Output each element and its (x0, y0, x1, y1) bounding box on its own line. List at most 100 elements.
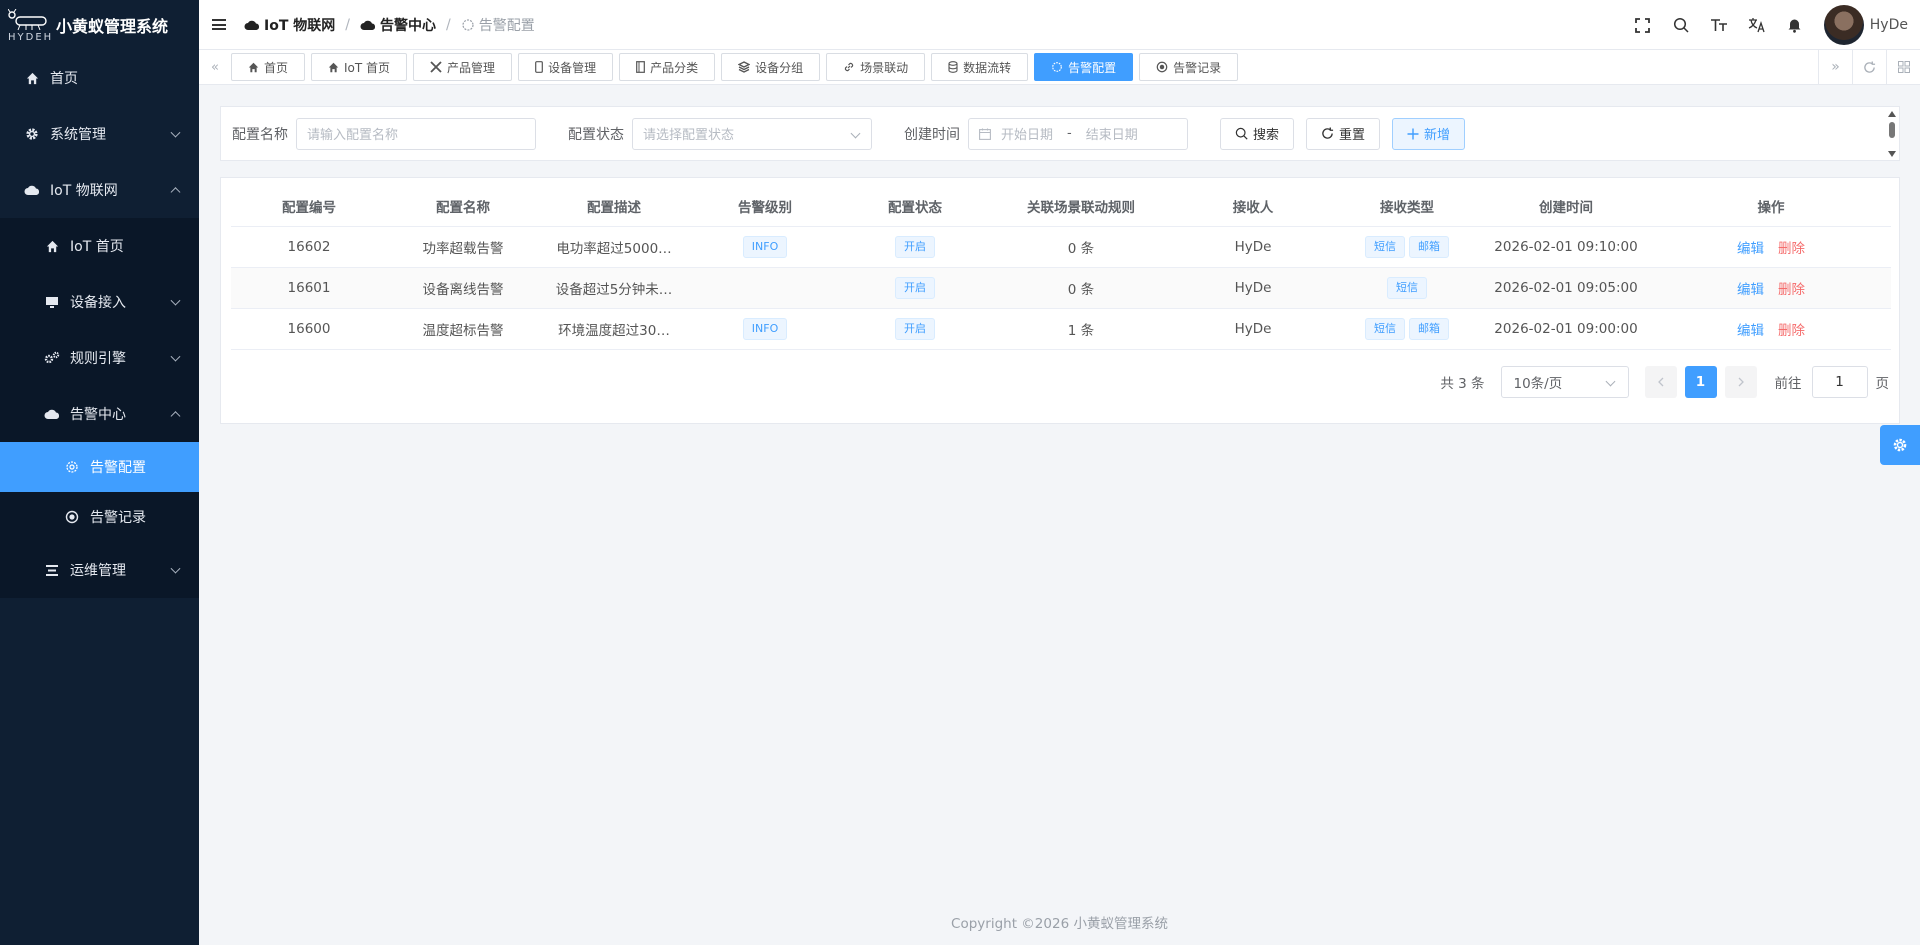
tag-label: 设备分组 (755, 60, 804, 75)
column-header[interactable]: 配置描述 (539, 186, 689, 227)
sidebar-item-label: IoT 物联网 (50, 183, 118, 199)
page-number-button[interactable]: 1 (1684, 366, 1717, 398)
column-header[interactable]: 配置编号 (231, 186, 387, 227)
search-icon[interactable] (1662, 0, 1700, 50)
bell-icon[interactable] (1776, 0, 1814, 50)
avatar[interactable] (1823, 5, 1864, 45)
tag-alarm-records[interactable]: 告警记录 (1139, 53, 1239, 81)
table-row[interactable]: 16602 功率超载告警 电功率超过5000… INFO 开启 0 条 HyDe… (231, 226, 1891, 268)
sidebar-item-alarm-records[interactable]: 告警记录 (0, 492, 199, 542)
sidebar-item-alarm-center[interactable]: 告警中心 (0, 386, 199, 442)
tag-product-management[interactable]: 产品管理 (413, 53, 513, 81)
date-range-picker[interactable]: 开始日期 - 结束日期 (968, 117, 1188, 150)
cell-types: 短信 邮箱 (1333, 226, 1481, 268)
column-header[interactable]: 创建时间 (1481, 186, 1651, 227)
breadcrumb-item[interactable]: IoT 物联网 (244, 15, 335, 35)
translate-icon[interactable] (1738, 0, 1776, 50)
sidebar-item-device-access[interactable]: 设备接入 (0, 274, 199, 330)
tags-view: « 首页 IoT 首页 产品管理 设备管理 产品分类 设备分组 场景联动 数据流… (199, 50, 1920, 85)
cloud-icon (44, 406, 60, 422)
sidebar-item-label: 首页 (50, 71, 78, 87)
cell-level: INFO (689, 308, 841, 350)
start-date-placeholder: 开始日期 (1001, 128, 1054, 143)
tags-scroll-left-icon[interactable]: « (199, 50, 231, 84)
tag-label: 产品管理 (447, 60, 496, 75)
search-scrollbar[interactable] (1887, 109, 1897, 159)
column-header[interactable]: 告警级别 (689, 186, 841, 227)
breadcrumb-separator: / (445, 16, 451, 33)
cell-actions: 编辑 删除 (1651, 308, 1891, 350)
book-icon (636, 61, 645, 73)
status-tag: 开启 (895, 276, 935, 299)
chevron-down-icon (850, 128, 861, 138)
search-form: 配置名称 请输入配置名称 配置状态 请选择配置状态 创建时间 开始日期 - 结束… (220, 106, 1900, 161)
next-page-button[interactable] (1724, 366, 1757, 398)
tag-data-flow[interactable]: 数据流转 (931, 53, 1029, 81)
user-name[interactable]: HyDe (1870, 17, 1908, 33)
breadcrumb-item[interactable]: 告警中心 (360, 15, 436, 35)
gear-icon (24, 126, 40, 142)
logo[interactable]: HYDEH 小黄蚁管理系统 (0, 0, 199, 50)
sidebar-item-home[interactable]: 首页 (0, 50, 199, 106)
table-row[interactable]: 16601 设备离线告警 设备超过5分钟未… 开启 0 条 HyDe 短信 20… (231, 267, 1891, 309)
sidebar-item-system[interactable]: 系统管理 (0, 106, 199, 162)
column-header[interactable]: 操作 (1651, 186, 1891, 227)
prev-page-button[interactable] (1644, 366, 1677, 398)
cell-receiver: HyDe (1173, 308, 1333, 350)
tag-alarm-config[interactable]: 告警配置 (1034, 53, 1134, 81)
delete-link[interactable]: 删除 (1778, 282, 1805, 298)
search-button[interactable]: 搜索 (1220, 117, 1295, 150)
column-header[interactable]: 接收类型 (1333, 186, 1481, 227)
tag-label: 产品分类 (650, 60, 699, 75)
edit-link[interactable]: 编辑 (1737, 282, 1764, 298)
delete-link[interactable]: 删除 (1778, 241, 1805, 257)
chevron-up-icon (170, 411, 181, 422)
settings-gear-button[interactable] (1880, 425, 1920, 465)
sidebar-item-rule-engine[interactable]: 规则引擎 (0, 330, 199, 386)
tag-home[interactable]: 首页 (231, 53, 306, 81)
type-tag: 邮箱 (1409, 235, 1449, 258)
tag-product-category[interactable]: 产品分类 (619, 53, 716, 81)
grid-icon[interactable] (1886, 50, 1920, 84)
sidebar-item-iot-home[interactable]: IoT 首页 (0, 218, 199, 274)
hamburger-icon[interactable] (212, 17, 226, 33)
page-size-select[interactable]: 10条/页 (1500, 366, 1629, 398)
column-header[interactable]: 接收人 (1173, 186, 1333, 227)
config-name-input[interactable]: 请输入配置名称 (296, 117, 536, 150)
goto-page-input[interactable]: 1 (1811, 366, 1868, 398)
cloud-icon (244, 19, 260, 31)
tag-scene-linkage[interactable]: 场景联动 (826, 53, 926, 81)
sidebar: HYDEH 小黄蚁管理系统 首页 系统管理 IoT 物联网 IoT 首页 设备接… (0, 0, 199, 945)
column-header[interactable]: 关联场景联动规则 (989, 186, 1173, 227)
tag-device-group[interactable]: 设备分组 (721, 53, 821, 81)
link-icon (843, 61, 855, 73)
config-status-select[interactable]: 请选择配置状态 (632, 117, 872, 150)
fullscreen-icon[interactable] (1624, 0, 1662, 50)
add-button[interactable]: 新增 (1392, 117, 1466, 150)
edit-link[interactable]: 编辑 (1737, 241, 1764, 257)
table-row[interactable]: 16600 温度超标告警 环境温度超过30… INFO 开启 1 条 HyDe … (231, 308, 1891, 350)
refresh-icon[interactable] (1852, 50, 1886, 84)
alarm-config-table: 配置编号 配置名称 配置描述 告警级别 配置状态 关联场景联动规则 接收人 接收… (231, 186, 1891, 350)
font-size-icon[interactable] (1700, 0, 1738, 50)
tag-iot-home[interactable]: IoT 首页 (311, 53, 408, 81)
tag-device-management[interactable]: 设备管理 (518, 53, 614, 81)
delete-link[interactable]: 删除 (1778, 323, 1805, 339)
home-icon (44, 238, 60, 254)
table-header-row: 配置编号 配置名称 配置描述 告警级别 配置状态 关联场景联动规则 接收人 接收… (231, 186, 1891, 227)
column-header[interactable]: 配置名称 (387, 186, 539, 227)
footer-copyright: Copyright ©2026 小黄蚁管理系统 (951, 916, 1168, 932)
edit-link[interactable]: 编辑 (1737, 323, 1764, 339)
reset-button[interactable]: 重置 (1306, 117, 1381, 150)
reset-button-label: 重置 (1339, 128, 1366, 143)
column-header[interactable]: 配置状态 (841, 186, 989, 227)
sidebar-item-iot[interactable]: IoT 物联网 (0, 162, 199, 218)
record-icon (64, 509, 80, 525)
goto-label: 前往 (1774, 376, 1802, 392)
sidebar-item-ops[interactable]: 运维管理 (0, 542, 199, 598)
sidebar-item-alarm-config[interactable]: 告警配置 (0, 442, 199, 492)
tags-scroll-right-icon[interactable]: » (1818, 50, 1852, 84)
pagination-total: 共 3 条 (1440, 376, 1485, 392)
cell-desc: 电功率超过5000… (539, 226, 689, 268)
cell-created: 2026-02-01 09:10:00 (1481, 226, 1651, 268)
